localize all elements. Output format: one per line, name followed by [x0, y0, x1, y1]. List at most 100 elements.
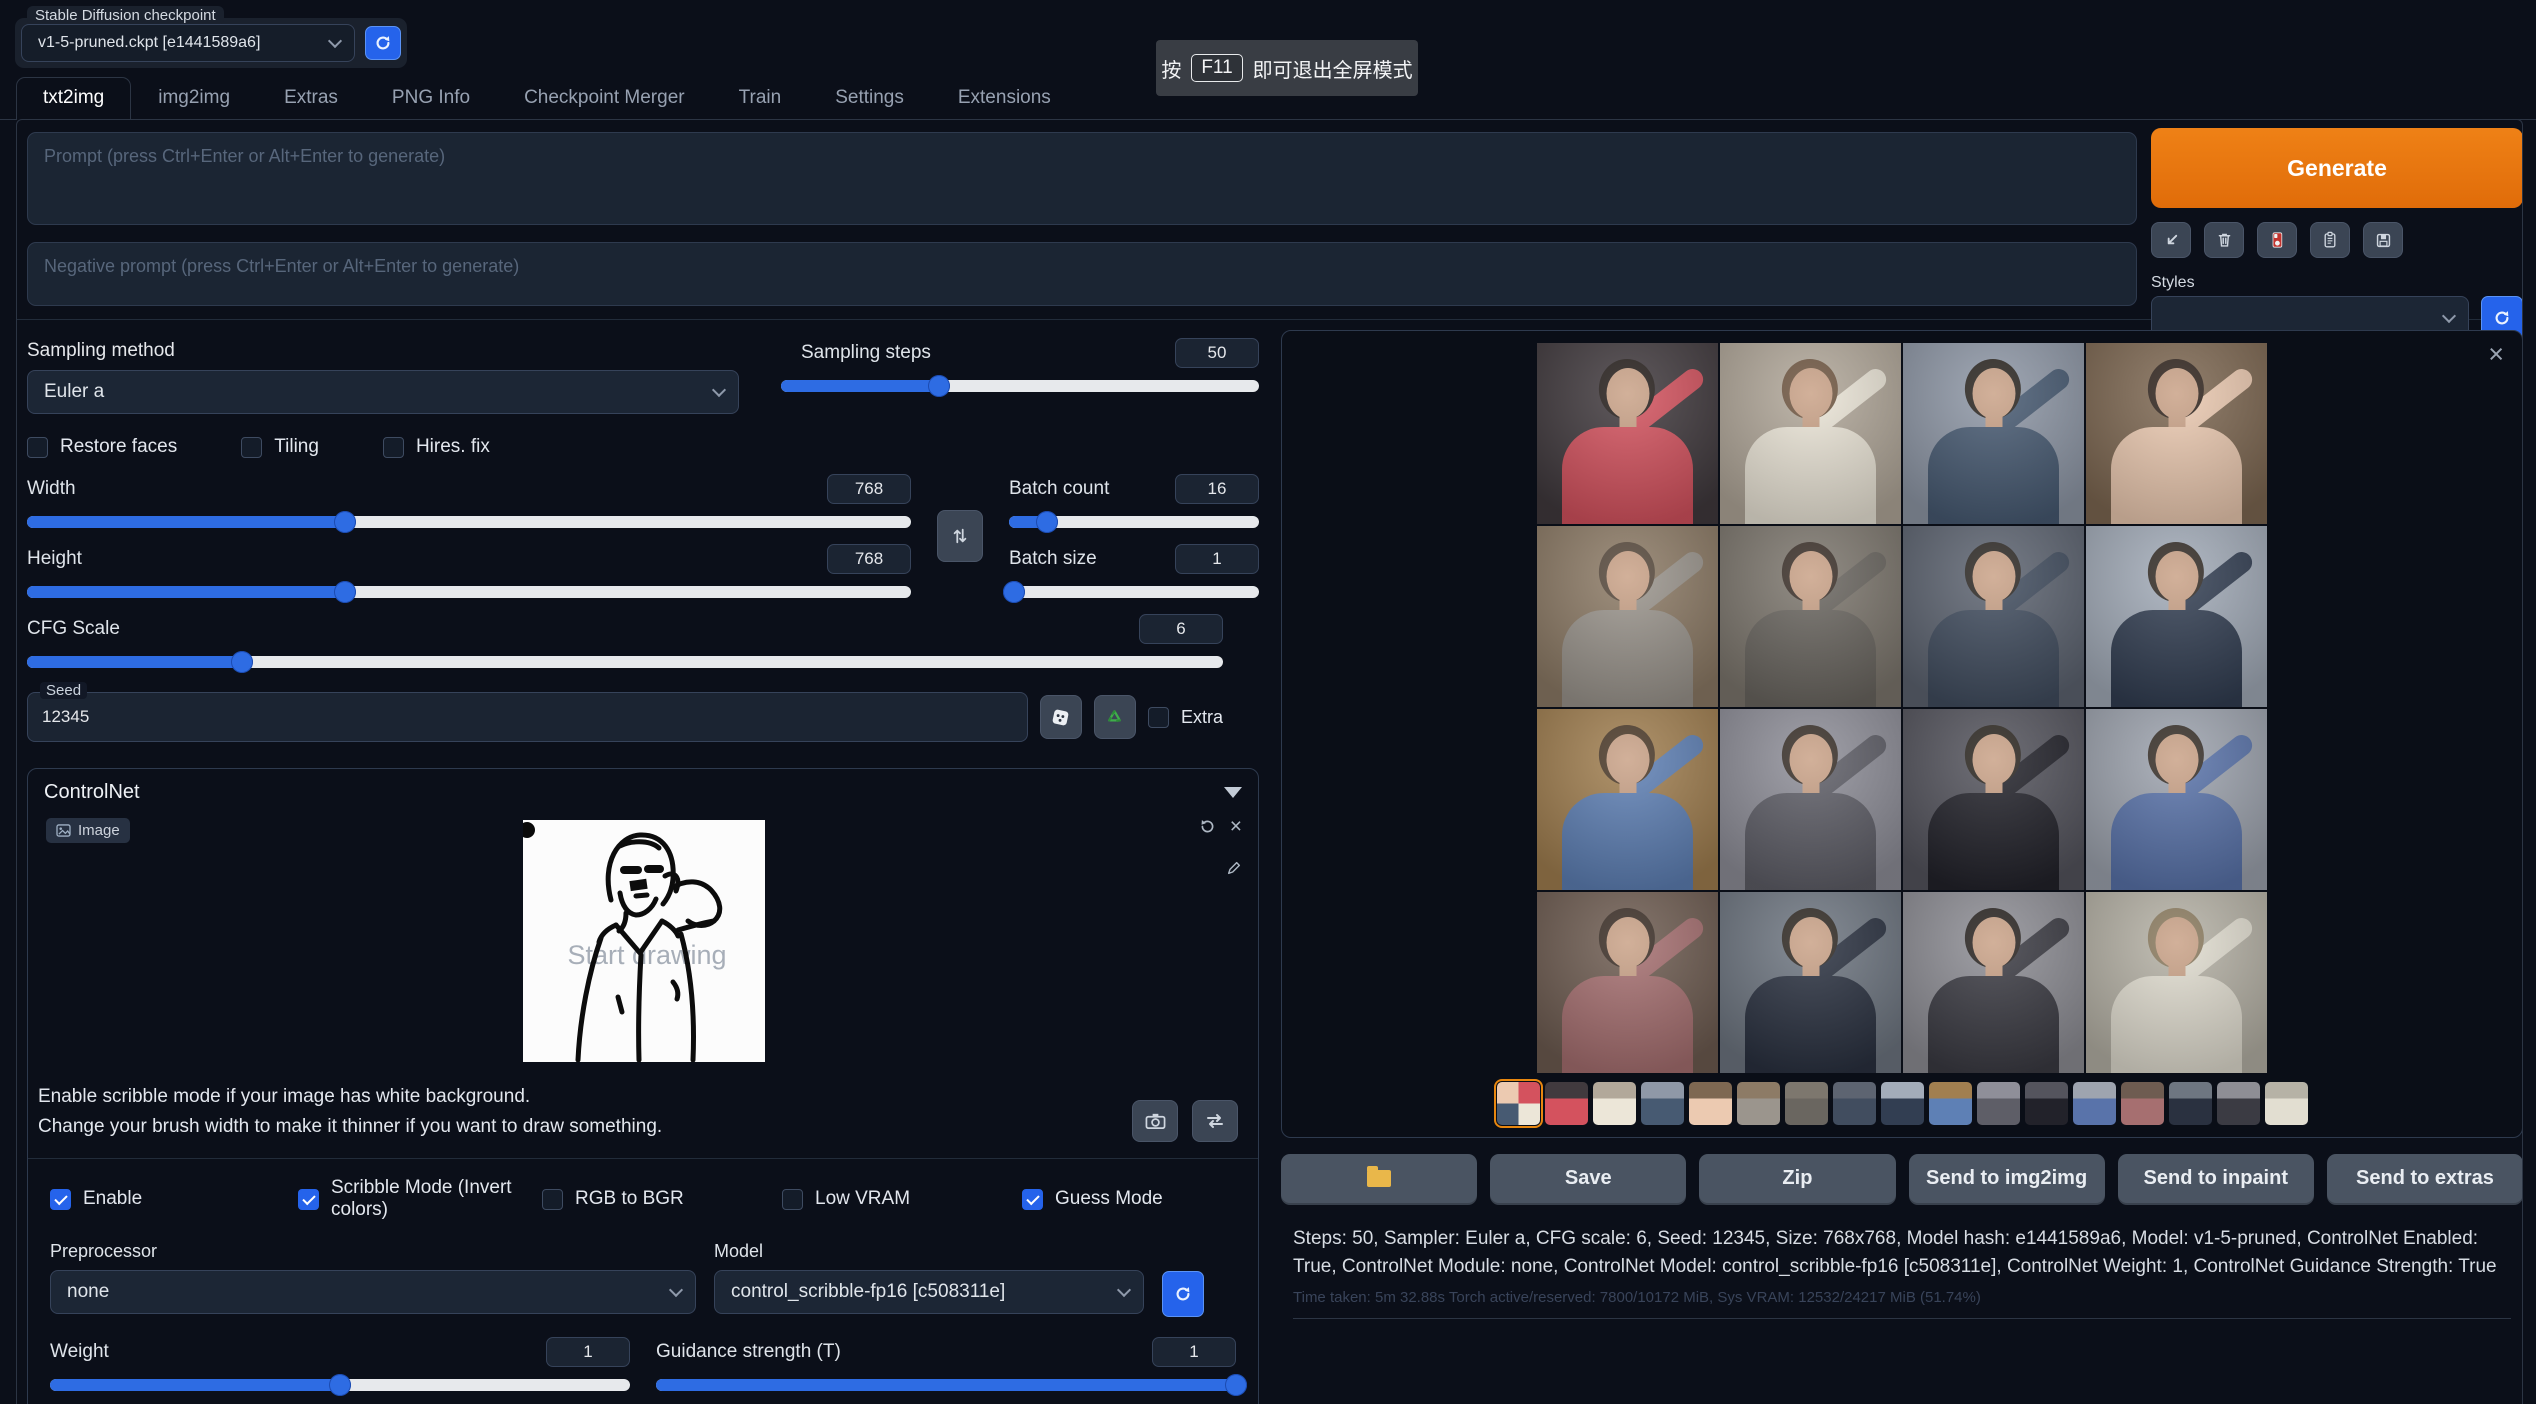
- gallery-thumbnail[interactable]: [1833, 1082, 1876, 1125]
- tab-img2img[interactable]: img2img: [131, 77, 257, 119]
- gallery-image[interactable]: [1537, 709, 1718, 890]
- batch-size-slider[interactable]: [1009, 586, 1259, 598]
- scribble-canvas[interactable]: Start drawing: [523, 820, 765, 1062]
- scribble-mode-checkbox[interactable]: Scribble Mode (Invert colors): [298, 1177, 542, 1221]
- gallery-image[interactable]: [1903, 892, 2084, 1073]
- negative-prompt-input[interactable]: Negative prompt (press Ctrl+Enter or Alt…: [27, 242, 2137, 306]
- model-dropdown[interactable]: control_scribble-fp16 [c508311e]: [714, 1270, 1144, 1314]
- preprocessor-dropdown[interactable]: none: [50, 1270, 696, 1314]
- zip-button[interactable]: Zip: [1699, 1154, 1895, 1203]
- gallery-thumbnail[interactable]: [1929, 1082, 1972, 1125]
- close-gallery-button[interactable]: ×: [2488, 339, 2504, 370]
- reuse-seed-button[interactable]: [1094, 695, 1136, 739]
- tab-train[interactable]: Train: [712, 77, 809, 119]
- low-vram-checkbox[interactable]: Low VRAM: [782, 1177, 1022, 1221]
- cfg-scale-slider[interactable]: [27, 656, 1223, 668]
- gallery-image[interactable]: [1903, 343, 2084, 524]
- gallery-image[interactable]: [1537, 892, 1718, 1073]
- gallery-image[interactable]: [2086, 709, 2267, 890]
- tab-extensions[interactable]: Extensions: [931, 77, 1078, 119]
- rgb-to-bgr-checkbox[interactable]: RGB to BGR: [542, 1177, 782, 1221]
- image-tab[interactable]: Image: [46, 818, 130, 843]
- extra-seed-checkbox[interactable]: Extra: [1148, 707, 1223, 728]
- gallery-thumbnail[interactable]: [1545, 1082, 1588, 1125]
- remove-image-button[interactable]: ×: [1230, 818, 1242, 835]
- send-to-extras-button[interactable]: Send to extras: [2327, 1154, 2523, 1203]
- seed-input[interactable]: Seed 12345: [27, 692, 1028, 742]
- gallery-image[interactable]: [1537, 526, 1718, 707]
- sampling-method-dropdown[interactable]: Euler a: [27, 370, 739, 414]
- height-value[interactable]: 768: [827, 544, 911, 574]
- gallery-thumbnail[interactable]: [2121, 1082, 2164, 1125]
- gallery-image[interactable]: [2086, 343, 2267, 524]
- tab-extras[interactable]: Extras: [257, 77, 365, 119]
- gallery-image[interactable]: [1720, 709, 1901, 890]
- tiling-checkbox[interactable]: Tiling: [241, 436, 319, 458]
- tab-settings[interactable]: Settings: [808, 77, 931, 119]
- cfg-scale-value[interactable]: 6: [1139, 614, 1223, 644]
- mirror-webcam-button[interactable]: [1192, 1100, 1238, 1142]
- gallery-thumbnail[interactable]: [2025, 1082, 2068, 1125]
- gallery-image[interactable]: [1537, 343, 1718, 524]
- guess-mode-checkbox[interactable]: Guess Mode: [1022, 1177, 1248, 1221]
- gallery-thumbnail[interactable]: [1593, 1082, 1636, 1125]
- sampling-steps-slider[interactable]: [781, 380, 1259, 392]
- undo-button[interactable]: [1199, 818, 1216, 835]
- gallery-image[interactable]: [1720, 526, 1901, 707]
- send-to-img2img-button[interactable]: Send to img2img: [1909, 1154, 2105, 1203]
- tab-checkpoint-merger[interactable]: Checkpoint Merger: [497, 77, 712, 119]
- gallery-thumbnail[interactable]: [1641, 1082, 1684, 1125]
- width-value[interactable]: 768: [827, 474, 911, 504]
- gallery-image[interactable]: [1903, 526, 2084, 707]
- batch-count-slider[interactable]: [1009, 516, 1259, 528]
- webcam-button[interactable]: [1132, 1100, 1178, 1142]
- gallery-thumbnail[interactable]: [1881, 1082, 1924, 1125]
- guidance-strength-value[interactable]: 1: [1152, 1337, 1236, 1367]
- generate-button[interactable]: Generate: [2151, 128, 2523, 208]
- random-seed-button[interactable]: [1040, 695, 1082, 739]
- gallery-image[interactable]: [1903, 709, 2084, 890]
- gallery-thumbnail[interactable]: [2217, 1082, 2260, 1125]
- controlnet-image-dropzone[interactable]: Image ×: [38, 812, 1248, 1074]
- restore-faces-checkbox[interactable]: Restore faces: [27, 436, 177, 458]
- gallery-image[interactable]: [2086, 892, 2267, 1073]
- controlnet-enable-checkbox[interactable]: Enable: [50, 1177, 298, 1221]
- gallery-thumbnail[interactable]: [1785, 1082, 1828, 1125]
- hires-fix-checkbox[interactable]: Hires. fix: [383, 436, 490, 458]
- tab-png-info[interactable]: PNG Info: [365, 77, 497, 119]
- checkpoint-dropdown[interactable]: v1-5-pruned.ckpt [e1441589a6]: [21, 24, 355, 62]
- paste-params-button[interactable]: [2151, 222, 2191, 258]
- gallery-thumbnail[interactable]: [1977, 1082, 2020, 1125]
- save-button[interactable]: Save: [1490, 1154, 1686, 1203]
- send-to-inpaint-button[interactable]: Send to inpaint: [2118, 1154, 2314, 1203]
- gallery-thumbnail[interactable]: [1737, 1082, 1780, 1125]
- swap-width-height-button[interactable]: [937, 510, 983, 562]
- gallery-thumbnail[interactable]: [2073, 1082, 2116, 1125]
- gallery-image[interactable]: [1720, 343, 1901, 524]
- collapse-arrow-icon[interactable]: [1224, 787, 1242, 798]
- save-style-button[interactable]: [2363, 222, 2403, 258]
- gallery-image[interactable]: [2086, 526, 2267, 707]
- apply-style-button[interactable]: [2310, 222, 2350, 258]
- guidance-strength-slider[interactable]: [656, 1379, 1236, 1391]
- weight-slider[interactable]: [50, 1379, 630, 1391]
- prompt-input[interactable]: Prompt (press Ctrl+Enter or Alt+Enter to…: [27, 132, 2137, 225]
- batch-size-value[interactable]: 1: [1175, 544, 1259, 574]
- gallery-image[interactable]: [1720, 892, 1901, 1073]
- batch-count-value[interactable]: 16: [1175, 474, 1259, 504]
- extra-networks-button[interactable]: [2257, 222, 2297, 258]
- sampling-steps-value[interactable]: 50: [1175, 338, 1259, 368]
- clear-prompt-button[interactable]: [2204, 222, 2244, 258]
- refresh-checkpoint-button[interactable]: [365, 26, 401, 60]
- gallery-thumbnail[interactable]: [2169, 1082, 2212, 1125]
- refresh-models-button[interactable]: [1162, 1271, 1204, 1317]
- gallery-thumbnail[interactable]: [2265, 1082, 2308, 1125]
- brush-button[interactable]: [1226, 860, 1242, 876]
- width-slider[interactable]: [27, 516, 911, 528]
- weight-value[interactable]: 1: [546, 1337, 630, 1367]
- height-slider[interactable]: [27, 586, 911, 598]
- gallery-thumbnail[interactable]: [1689, 1082, 1732, 1125]
- tab-txt2img[interactable]: txt2img: [16, 77, 131, 120]
- open-folder-button[interactable]: [1281, 1154, 1477, 1203]
- gallery-thumbnail-grid[interactable]: [1497, 1082, 1540, 1125]
